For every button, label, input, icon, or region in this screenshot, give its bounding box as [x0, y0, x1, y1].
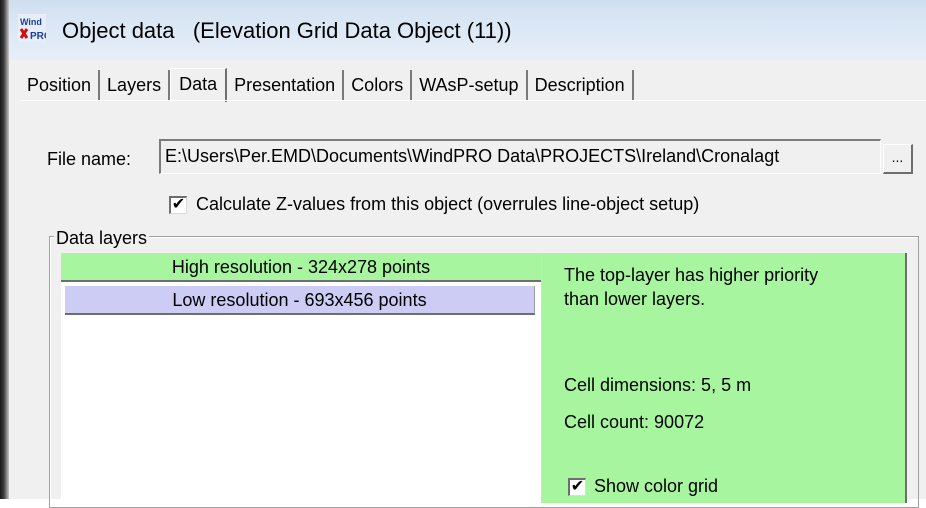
- show-color-grid-checkbox[interactable]: ✔: [568, 478, 586, 496]
- layer-info-panel: The top-layer has higher priority than l…: [541, 253, 907, 503]
- object-data-dialog: Position Layers Data Presentation Colors…: [9, 60, 926, 508]
- layer-list[interactable]: High resolution - 324x278 points Low res…: [61, 253, 541, 503]
- file-name-label: File name:: [47, 149, 132, 169]
- show-color-grid-label[interactable]: Show color grid: [594, 476, 718, 497]
- tab-presentation[interactable]: Presentation: [227, 70, 345, 100]
- layer-item-high-resolution[interactable]: High resolution - 324x278 points: [61, 253, 541, 282]
- browse-button[interactable]: ...: [883, 144, 913, 174]
- windpro-app-icon: Wind PRO: [18, 14, 46, 42]
- cell-dimensions: Cell dimensions: 5, 5 m: [564, 375, 752, 395]
- tab-strip: Position Layers Data Presentation Colors…: [20, 68, 634, 102]
- background-window-edge: [0, 0, 9, 499]
- svg-text:Wind: Wind: [20, 17, 42, 27]
- tab-colors[interactable]: Colors: [344, 70, 413, 100]
- calculate-z-label[interactable]: Calculate Z-values from this object (ove…: [196, 194, 699, 215]
- svg-text:PRO: PRO: [30, 31, 46, 42]
- priority-note-line2: than lower layers.: [564, 289, 706, 309]
- tab-description[interactable]: Description: [527, 70, 634, 100]
- title-bar[interactable]: Wind PRO Object data (Elevation Grid Dat…: [9, 0, 926, 60]
- priority-note-line1: The top-layer has higher priority: [564, 265, 819, 285]
- file-name-field[interactable]: E:\Users\Per.EMD\Documents\WindPRO Data\…: [159, 139, 881, 174]
- tab-divider: [20, 100, 926, 101]
- window-title: Object data (Elevation Grid Data Object …: [62, 18, 512, 43]
- calculate-z-checkbox[interactable]: ✔: [169, 196, 187, 214]
- layer-item-low-resolution[interactable]: Low resolution - 693x456 points: [65, 286, 535, 315]
- tab-position[interactable]: Position: [20, 70, 101, 100]
- tab-data[interactable]: Data: [170, 68, 228, 102]
- cell-count: Cell count: 90072: [564, 412, 705, 432]
- tab-layers[interactable]: Layers: [100, 70, 171, 100]
- data-layers-title: Data layers: [54, 228, 150, 249]
- tab-wasp-setup[interactable]: WAsP-setup: [412, 70, 528, 100]
